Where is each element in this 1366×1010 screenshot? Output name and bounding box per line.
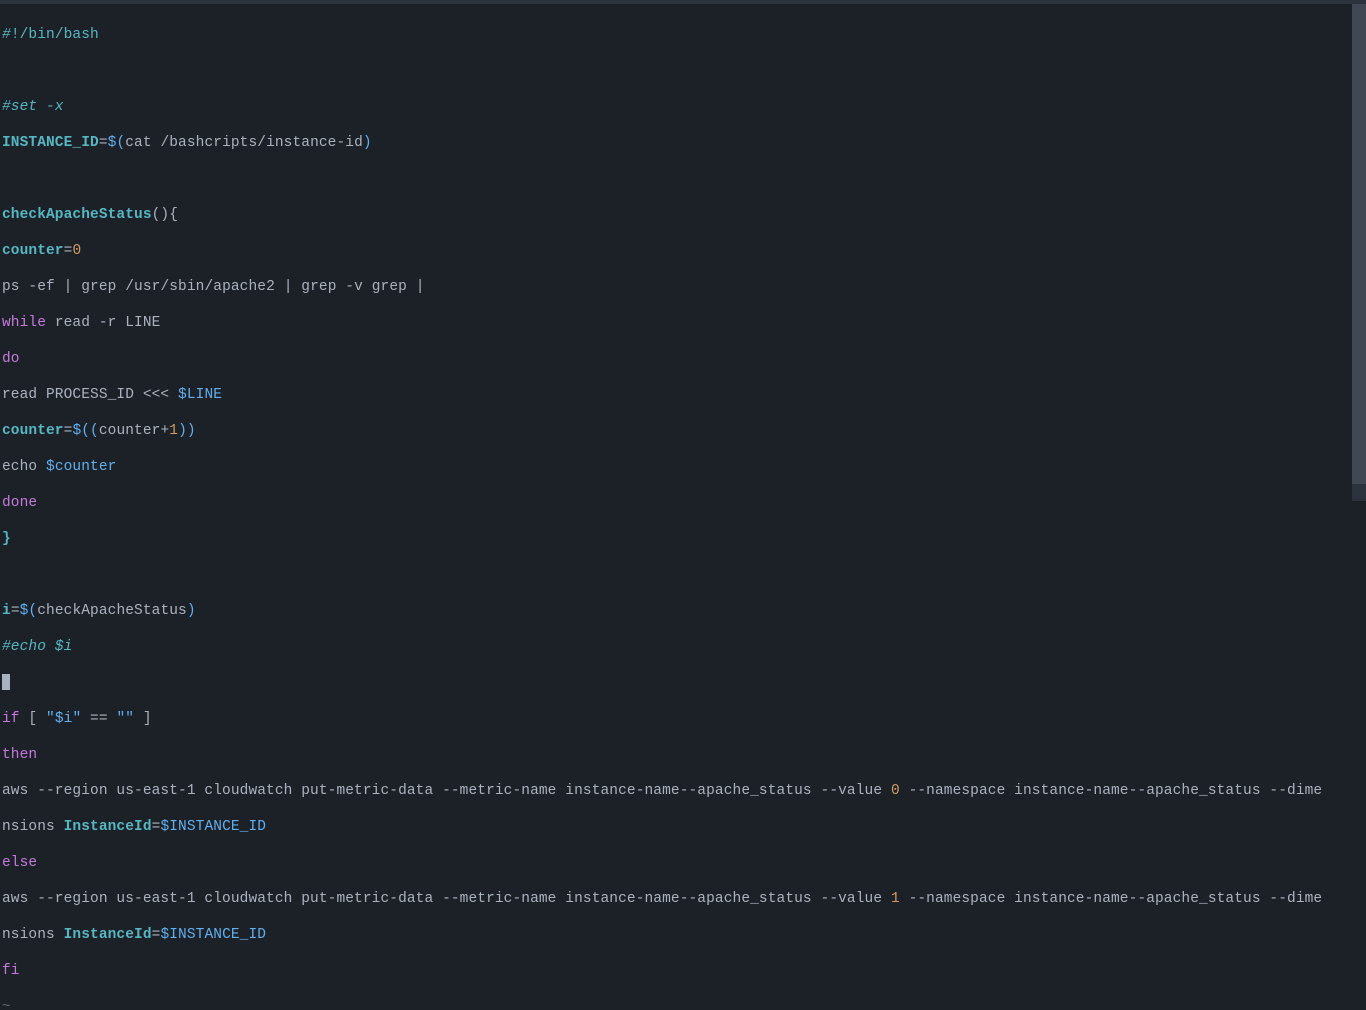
code-line: counter=0 <box>2 242 1364 260</box>
number: 1 <box>891 891 900 907</box>
subst-open: $( <box>108 135 126 151</box>
empty-line-marker: ~ <box>2 999 11 1010</box>
code-line: counter=$((counter+1)) <box>2 422 1364 440</box>
key: InstanceId <box>64 927 152 943</box>
cmd: nsions <box>2 819 64 835</box>
code-line: checkApacheStatus(){ <box>2 206 1364 224</box>
function-open: (){ <box>152 207 178 223</box>
subst-close: ) <box>363 135 372 151</box>
code-line <box>2 62 1364 80</box>
code-line: aws --region us-east-1 cloudwatch put-me… <box>2 890 1364 908</box>
pipe-op: | <box>416 279 425 295</box>
code-line: echo $counter <box>2 458 1364 476</box>
cmd: echo <box>2 459 37 475</box>
herestring-op: <<< <box>143 387 169 403</box>
keyword: else <box>2 855 37 871</box>
var-assign: counter <box>2 243 64 259</box>
code-line: #set -x <box>2 98 1364 116</box>
var-assign: i <box>2 603 11 619</box>
bracket: [ <box>20 711 46 727</box>
var-ref: $counter <box>37 459 116 475</box>
comment: #set -x <box>2 99 64 115</box>
keyword: while <box>2 315 46 331</box>
code-line: } <box>2 530 1364 548</box>
vertical-scrollbar[interactable] <box>1352 4 1366 501</box>
cmd: --namespace instance-name--apache_status… <box>900 783 1322 799</box>
scrollbar-thumb[interactable] <box>1352 4 1366 484</box>
cmd: ps -ef <box>2 279 64 295</box>
number: 0 <box>891 783 900 799</box>
code-line: done <box>2 494 1364 512</box>
number: 1 <box>169 423 178 439</box>
cmd: aws --region us-east-1 cloudwatch put-me… <box>2 783 891 799</box>
expr: counter+ <box>99 423 169 439</box>
quote: " <box>46 711 55 727</box>
var-ref: $i <box>55 711 73 727</box>
cmd: grep -v grep <box>293 279 416 295</box>
code-line: #echo $i <box>2 638 1364 656</box>
code-line: #!/bin/bash <box>2 26 1364 44</box>
compare-op: == <box>81 711 116 727</box>
arith-close: )) <box>178 423 196 439</box>
cmd: read -r LINE <box>46 315 160 331</box>
code-line <box>2 170 1364 188</box>
equals-op: = <box>11 603 20 619</box>
code-line: then <box>2 746 1364 764</box>
cmd: grep <box>72 279 125 295</box>
pipe-op: | <box>284 279 293 295</box>
code-line: aws --region us-east-1 cloudwatch put-me… <box>2 782 1364 800</box>
function-name: checkApacheStatus <box>2 207 152 223</box>
brace-close: } <box>2 531 11 547</box>
quote: " <box>72 711 81 727</box>
code-line: else <box>2 854 1364 872</box>
code-line <box>2 674 1364 692</box>
code-editor[interactable]: #!/bin/bash #set -x INSTANCE_ID=$(cat /b… <box>0 4 1366 1010</box>
number: 0 <box>72 243 81 259</box>
cursor <box>2 674 10 690</box>
arith-open: $(( <box>72 423 98 439</box>
equals-op: = <box>99 135 108 151</box>
shebang-hash: # <box>2 27 11 43</box>
cmd: cat <box>125 135 151 151</box>
cmd: --namespace instance-name--apache_status… <box>900 891 1322 907</box>
code-line: fi <box>2 962 1364 980</box>
cmd: nsions <box>2 927 64 943</box>
equals-op: = <box>152 927 161 943</box>
var-assign: INSTANCE_ID <box>2 135 99 151</box>
code-line <box>2 566 1364 584</box>
code-line: while read -r LINE <box>2 314 1364 332</box>
key: InstanceId <box>64 819 152 835</box>
code-line: read PROCESS_ID <<< $LINE <box>2 386 1364 404</box>
string: "" <box>116 711 134 727</box>
shebang-path: !/bin/bash <box>11 27 99 43</box>
code-line: do <box>2 350 1364 368</box>
keyword: done <box>2 495 37 511</box>
code-line: nsions InstanceId=$INSTANCE_ID <box>2 818 1364 836</box>
subst-close: ) <box>187 603 196 619</box>
var-ref: $INSTANCE_ID <box>160 927 266 943</box>
code-line: if [ "$i" == "" ] <box>2 710 1364 728</box>
var-assign: counter <box>2 423 64 439</box>
keyword: fi <box>2 963 20 979</box>
var-ref: $LINE <box>169 387 222 403</box>
keyword: do <box>2 351 20 367</box>
path: /bashcripts/instance-id <box>152 135 363 151</box>
code-line: ps -ef | grep /usr/sbin/apache2 | grep -… <box>2 278 1364 296</box>
bracket: ] <box>134 711 152 727</box>
code-line: ~ <box>2 998 1364 1010</box>
code-line: i=$(checkApacheStatus) <box>2 602 1364 620</box>
code-line: nsions InstanceId=$INSTANCE_ID <box>2 926 1364 944</box>
keyword: if <box>2 711 20 727</box>
function-call: checkApacheStatus <box>37 603 187 619</box>
cmd: aws --region us-east-1 cloudwatch put-me… <box>2 891 891 907</box>
equals-op: = <box>152 819 161 835</box>
keyword: then <box>2 747 37 763</box>
path: /usr/sbin/apache2 <box>125 279 275 295</box>
var-ref: $INSTANCE_ID <box>160 819 266 835</box>
subst-open: $( <box>20 603 38 619</box>
code-line: INSTANCE_ID=$(cat /bashcripts/instance-i… <box>2 134 1364 152</box>
comment: #echo $i <box>2 639 72 655</box>
cmd: read PROCESS_ID <box>2 387 143 403</box>
